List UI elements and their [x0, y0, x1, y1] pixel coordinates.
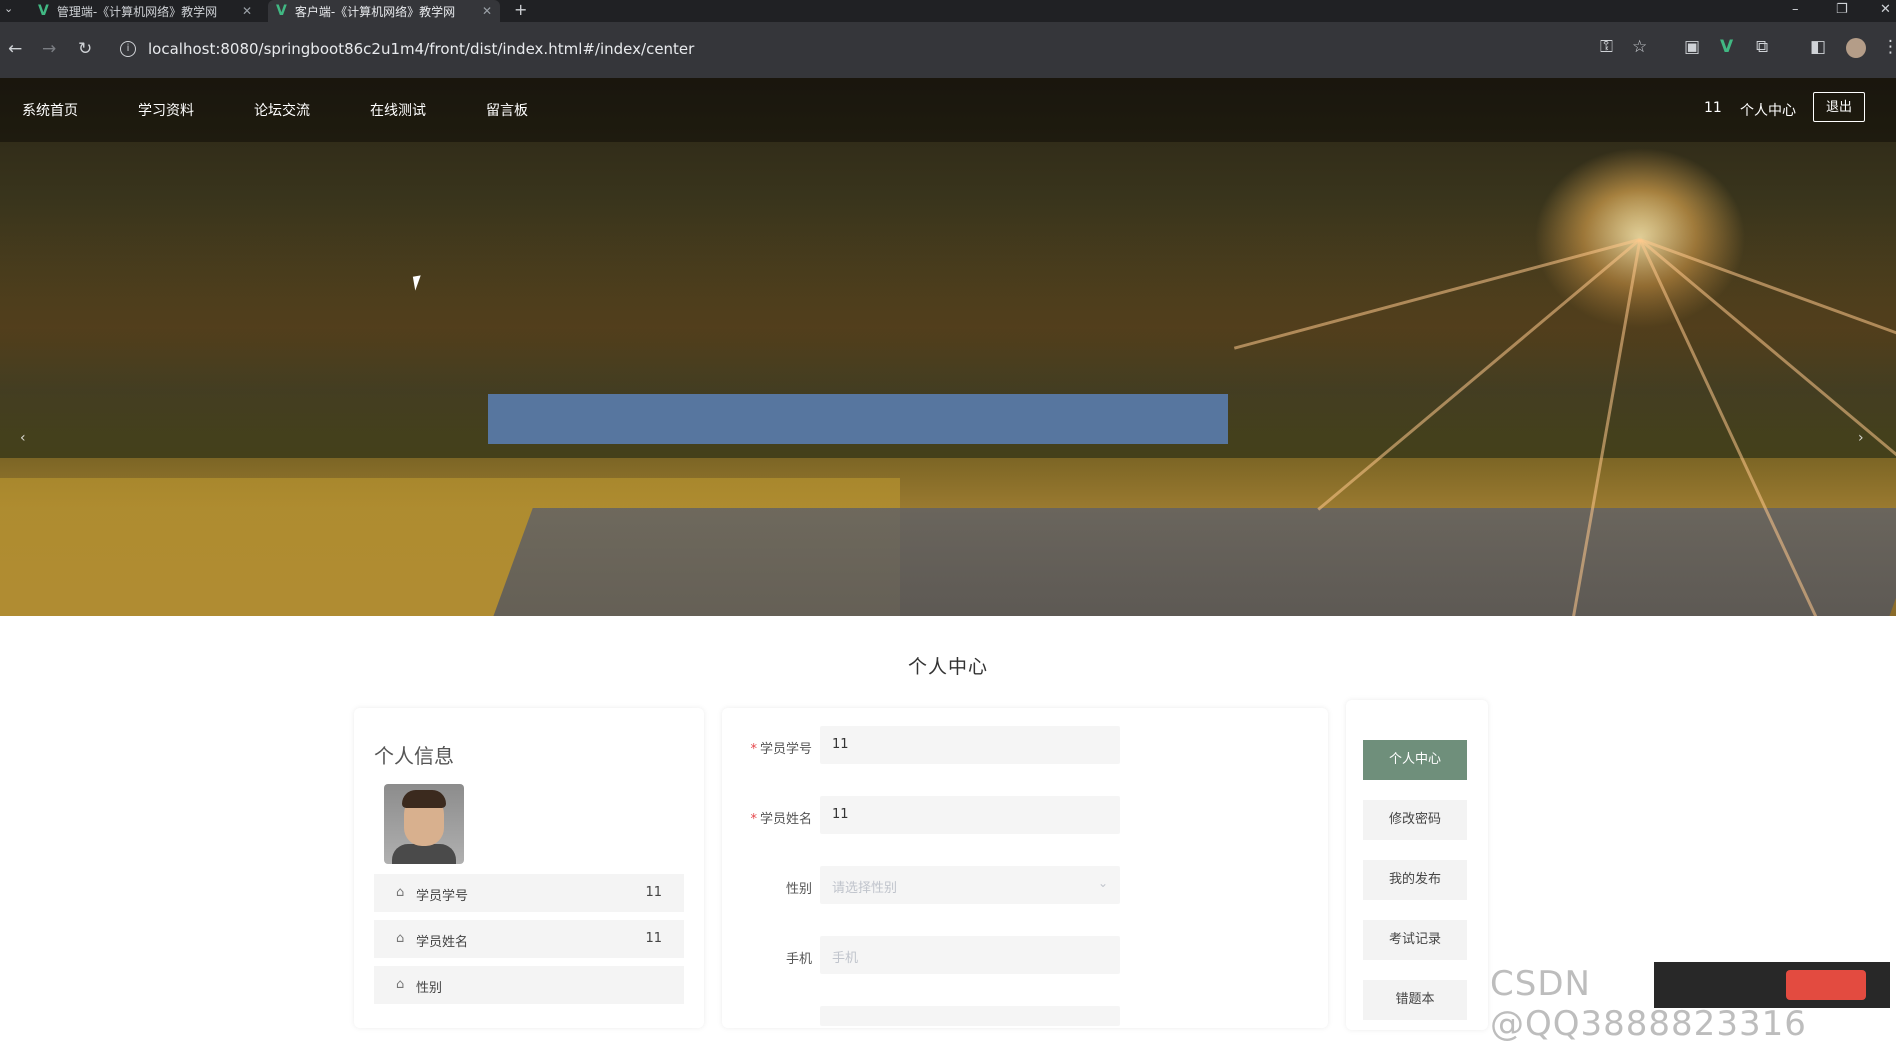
- profile-row-value: 11: [645, 885, 662, 900]
- side-menu: 个人中心 修改密码 我的发布 考试记录 错题本: [1346, 700, 1488, 1030]
- profile-row: ⌂ 学员姓名 11: [374, 920, 684, 958]
- site-nav: 系统首页 学习资料 论坛交流 在线测试 留言板 11 个人中心 退出: [0, 78, 1896, 142]
- reload-icon[interactable]: ↻: [78, 39, 92, 59]
- url-field[interactable]: localhost:8080/springboot86c2u1m4/front/…: [148, 40, 694, 58]
- new-tab-button[interactable]: +: [514, 0, 527, 22]
- side-menu-my-posts[interactable]: 我的发布: [1363, 860, 1467, 900]
- profile-title: 个人信息: [374, 744, 454, 768]
- banner-carousel: ‹ ›: [0, 78, 1896, 616]
- minimize-icon[interactable]: –: [1792, 0, 1799, 22]
- nav-online-test[interactable]: 在线测试: [370, 100, 426, 120]
- tab-title: 管理端-《计算机网络》教学网: [56, 4, 218, 19]
- next-field-input[interactable]: [820, 1006, 1120, 1026]
- gender-select[interactable]: 请选择性别 ⌄: [820, 866, 1120, 904]
- side-menu-change-password[interactable]: 修改密码: [1363, 800, 1467, 840]
- logout-button[interactable]: 退出: [1813, 92, 1865, 122]
- browser-tab[interactable]: V 管理端-《计算机网络》教学网 ✕: [30, 0, 260, 22]
- star-icon[interactable]: ☆: [1632, 37, 1647, 57]
- address-bar: ← → ↻ i localhost:8080/springboot86c2u1m…: [0, 22, 1896, 78]
- username: 11: [1704, 100, 1722, 116]
- phone-input[interactable]: 手机: [820, 936, 1120, 974]
- student-id-input[interactable]: 11: [820, 726, 1120, 764]
- gender-placeholder: 请选择性别: [832, 881, 898, 896]
- close-icon[interactable]: ✕: [482, 4, 492, 18]
- close-icon[interactable]: ✕: [242, 4, 252, 18]
- profile-row: ⌂ 性别: [374, 966, 684, 1004]
- home-icon: ⌂: [396, 885, 405, 900]
- student-id-label: * 学员学号: [750, 742, 812, 757]
- profile-row-label: 学员姓名: [416, 935, 469, 950]
- profile-avatar[interactable]: [1846, 38, 1866, 58]
- sidepanel-icon[interactable]: ◧: [1810, 37, 1826, 57]
- profile-card: 个人信息 ⌂ 学员学号 11 ⌂ 学员姓名 11 ⌂ 性别: [354, 708, 704, 1028]
- student-name-label: * 学员姓名: [750, 812, 812, 827]
- extension-icon[interactable]: ▣: [1684, 37, 1700, 57]
- required-mark: *: [750, 742, 757, 757]
- profile-row: ⌂ 学员学号 11: [374, 874, 684, 912]
- nav-message-board[interactable]: 留言板: [486, 100, 528, 120]
- back-icon[interactable]: ←: [8, 39, 22, 59]
- gender-label: 性别: [785, 882, 812, 897]
- banner-fence: [488, 394, 1228, 444]
- student-name-input[interactable]: 11: [820, 796, 1120, 834]
- key-icon[interactable]: ⚿: [1600, 37, 1613, 57]
- chevron-down-icon: ⌄: [1097, 876, 1108, 890]
- watermark: CSDN @QQ3888823316: [1490, 964, 1807, 1044]
- site-info-icon[interactable]: i: [120, 41, 136, 57]
- phone-label: 手机: [785, 952, 812, 967]
- page-title: 个人中心: [907, 656, 988, 678]
- browser-tab-strip: ⌄ V 管理端-《计算机网络》教学网 ✕ V 客户端-《计算机网络》教学网 ✕ …: [0, 0, 1896, 22]
- avatar: [384, 784, 464, 864]
- side-menu-center[interactable]: 个人中心: [1363, 740, 1467, 780]
- carousel-next-icon[interactable]: ›: [1858, 430, 1864, 446]
- nav-center-link[interactable]: 个人中心: [1740, 100, 1796, 120]
- profile-form: * 学员学号 11 * 学员姓名 11 性别 请选择性别 ⌄ 手机 手机: [722, 708, 1328, 1028]
- close-window-icon[interactable]: ✕: [1880, 0, 1891, 22]
- nav-materials[interactable]: 学习资料: [138, 100, 194, 120]
- menu-icon[interactable]: ⋮: [1882, 37, 1896, 57]
- nav-home[interactable]: 系统首页: [22, 100, 78, 120]
- home-icon: ⌂: [396, 977, 405, 992]
- vue-logo-icon: V: [276, 3, 287, 19]
- profile-row-value: 11: [645, 931, 662, 946]
- profile-row-label: 学员学号: [416, 889, 469, 904]
- profile-row-label: 性别: [416, 981, 443, 996]
- tab-search-icon[interactable]: ⌄: [4, 2, 13, 15]
- vue-logo-icon: V: [38, 3, 49, 19]
- forward-icon[interactable]: →: [42, 39, 56, 59]
- browser-tab-active[interactable]: V 客户端-《计算机网络》教学网 ✕: [268, 0, 500, 22]
- tab-title: 客户端-《计算机网络》教学网: [294, 4, 456, 19]
- carousel-prev-icon[interactable]: ‹: [20, 430, 26, 446]
- home-icon: ⌂: [396, 931, 405, 946]
- banner-court: [467, 508, 1896, 616]
- vue-devtools-icon[interactable]: V: [1720, 37, 1733, 57]
- side-menu-exam-records[interactable]: 考试记录: [1363, 920, 1467, 960]
- side-menu-wrong-questions[interactable]: 错题本: [1363, 980, 1467, 1020]
- nav-forum[interactable]: 论坛交流: [254, 100, 310, 120]
- restore-icon[interactable]: ❐: [1836, 0, 1848, 22]
- required-mark: *: [750, 812, 757, 827]
- puzzle-icon[interactable]: ⧉: [1756, 37, 1768, 57]
